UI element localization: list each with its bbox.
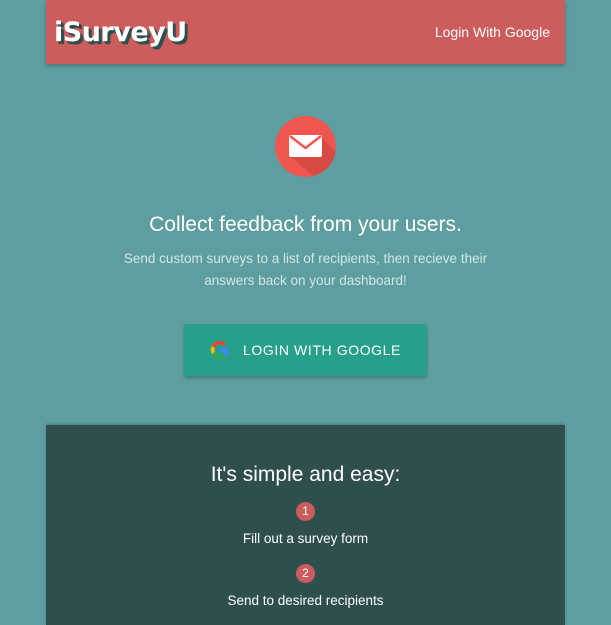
step-1-text: Fill out a survey form (242, 531, 369, 546)
login-with-google-button[interactable]: LOGIN WITH GOOGLE (184, 324, 427, 376)
hero-section: Collect feedback from your users. Send c… (0, 64, 611, 424)
step-2-text: Send to desired recipients (227, 593, 384, 608)
hero-headline: Collect feedback from your users. (149, 213, 462, 236)
login-button-label: LOGIN WITH GOOGLE (243, 342, 401, 358)
login-with-google-link[interactable]: Login With Google (435, 24, 550, 40)
steps-card-title: It's simple and easy: (210, 463, 401, 486)
steps-card: It's simple and easy: 1 Fill out a surve… (46, 425, 565, 625)
hero-description: Send custom surveys to a list of recipie… (123, 251, 488, 288)
envelope-icon (275, 116, 336, 177)
google-icon (210, 340, 229, 360)
step-1-badge: 1 (296, 502, 315, 521)
top-navbar: iSurveyU Login With Google (46, 0, 565, 64)
brand-logo[interactable]: iSurveyU (54, 17, 187, 48)
step-2-badge: 2 (296, 564, 315, 583)
